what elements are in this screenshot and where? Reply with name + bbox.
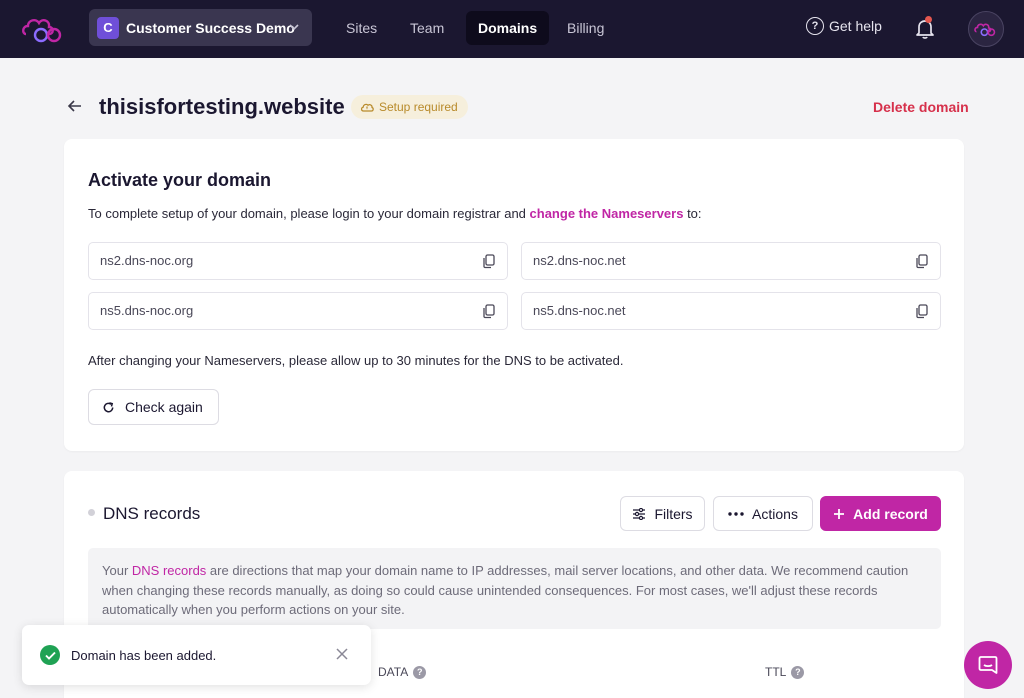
notification-dot — [925, 16, 932, 23]
actions-button[interactable]: Actions — [713, 496, 813, 531]
filters-label: Filters — [654, 505, 693, 522]
cloud-warning-icon — [360, 103, 374, 112]
section-dot — [88, 509, 95, 516]
top-navigation-bar: C Customer Success Demo Sites Team Domai… — [0, 0, 1024, 58]
column-header-data[interactable]: DATA ? — [378, 665, 427, 679]
nameserver-value: ns5.dns-noc.net — [533, 303, 626, 318]
activate-description-text: To complete setup of your domain, please… — [88, 206, 530, 221]
copy-icon[interactable] — [481, 303, 497, 319]
toast-message: Domain has been added. — [71, 647, 217, 663]
filters-icon — [633, 507, 646, 520]
activate-domain-card: Activate your domain To complete setup o… — [64, 139, 964, 451]
check-again-label: Check again — [125, 399, 203, 415]
chat-bubble-icon — [978, 656, 998, 674]
copy-icon[interactable] — [914, 253, 930, 269]
user-avatar[interactable] — [968, 11, 1004, 47]
column-header-label: TTL — [765, 665, 787, 679]
nav-billing[interactable]: Billing — [555, 11, 616, 45]
app-logo-icon[interactable] — [20, 12, 68, 46]
close-icon[interactable] — [335, 647, 349, 661]
avatar-logo-icon — [974, 23, 996, 37]
dns-records-title: DNS records — [103, 504, 201, 523]
page-title: thisisfortesting.website — [99, 94, 345, 119]
filters-button[interactable]: Filters — [620, 496, 705, 531]
plus-icon — [834, 508, 845, 519]
activation-note: After changing your Nameservers, please … — [88, 353, 624, 368]
chat-launcher-button[interactable] — [964, 641, 1012, 689]
status-badge: Setup required — [351, 95, 468, 119]
workspace-initial-badge: C — [97, 16, 119, 39]
refresh-icon — [103, 401, 114, 412]
dns-info-box: Your DNS records are directions that map… — [88, 548, 941, 629]
actions-label: Actions — [752, 505, 798, 522]
nav-team[interactable]: Team — [398, 11, 456, 45]
column-header-ttl[interactable]: TTL ? — [765, 665, 805, 679]
nameserver-value: ns2.dns-noc.org — [100, 253, 194, 268]
dns-info-text-rest: are directions that map your domain name… — [102, 563, 909, 617]
more-dots-icon — [728, 511, 744, 516]
nameserver-field[interactable]: ns5.dns-noc.org — [88, 292, 508, 330]
status-badge-label: Setup required — [379, 100, 458, 114]
chevron-down-icon — [289, 24, 299, 31]
back-arrow-icon[interactable] — [66, 97, 84, 115]
checkmark-circle-icon — [40, 645, 60, 665]
delete-domain-link[interactable]: Delete domain — [873, 99, 969, 115]
get-help-label: Get help — [829, 18, 882, 34]
copy-icon[interactable] — [481, 253, 497, 269]
nav-domains[interactable]: Domains — [466, 11, 550, 45]
activate-title: Activate your domain — [88, 170, 272, 190]
change-nameservers-link[interactable]: change the Nameservers — [530, 206, 684, 221]
column-header-label: DATA — [378, 665, 409, 679]
workspace-switcher[interactable]: C Customer Success Demo — [89, 9, 312, 46]
add-record-label: Add record — [853, 505, 928, 522]
add-record-button[interactable]: Add record — [820, 496, 941, 531]
success-toast: Domain has been added. — [22, 625, 371, 685]
question-mark-icon[interactable]: ? — [413, 665, 427, 679]
question-mark-icon[interactable]: ? — [791, 665, 805, 679]
get-help-link[interactable]: ? Get help — [806, 17, 882, 35]
nameserver-field[interactable]: ns2.dns-noc.net — [521, 242, 941, 280]
copy-icon[interactable] — [914, 303, 930, 319]
activate-description-suffix: to: — [683, 206, 702, 221]
dns-info-text: Your — [102, 563, 132, 578]
nameserver-value: ns5.dns-noc.org — [100, 303, 194, 318]
nav-sites[interactable]: Sites — [334, 11, 389, 45]
nameserver-field[interactable]: ns5.dns-noc.net — [521, 292, 941, 330]
help-circle-icon: ? — [806, 17, 824, 35]
check-again-button[interactable]: Check again — [88, 389, 219, 425]
nameserver-value: ns2.dns-noc.net — [533, 253, 626, 268]
workspace-name: Customer Success Demo — [126, 19, 295, 36]
nameserver-field[interactable]: ns2.dns-noc.org — [88, 242, 508, 280]
activate-description: To complete setup of your domain, please… — [88, 206, 702, 221]
dns-records-link[interactable]: DNS records — [132, 563, 206, 578]
